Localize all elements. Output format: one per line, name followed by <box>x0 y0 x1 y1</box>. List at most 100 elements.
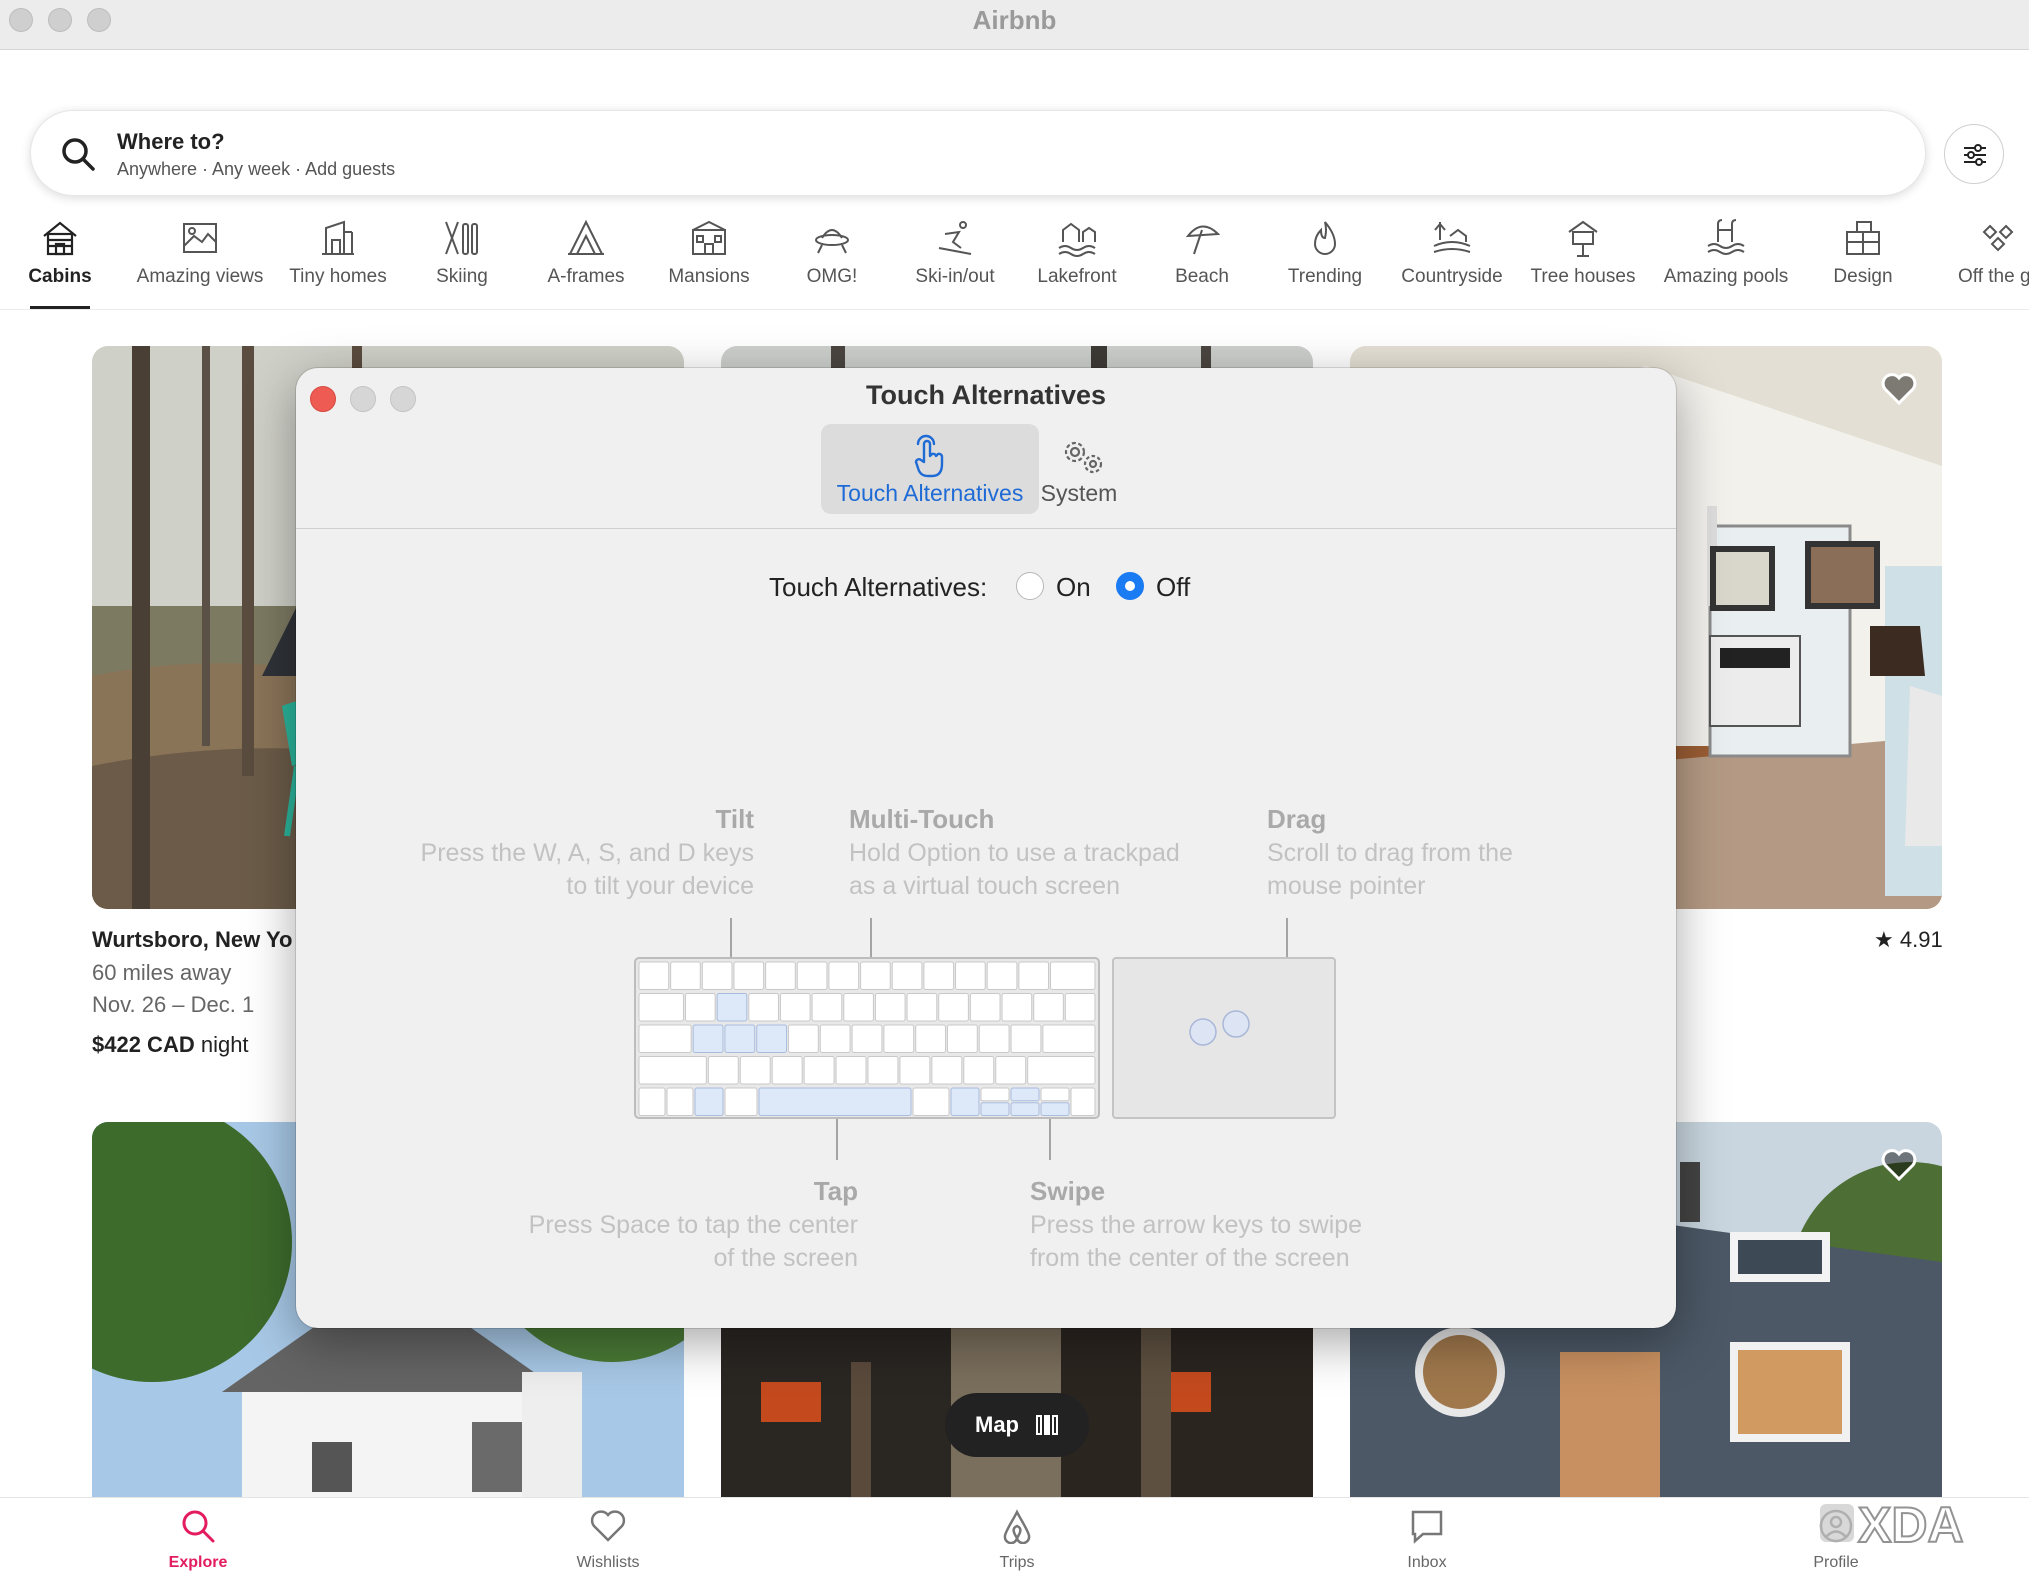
mansion-icon <box>692 220 726 255</box>
heart-icon <box>590 1510 626 1542</box>
map-button[interactable]: Map <box>945 1393 1089 1457</box>
keyboard-key <box>835 1056 867 1085</box>
search-subtitle: Anywhere · Any week · Add guests <box>117 159 396 179</box>
keyboard-key <box>963 1056 995 1085</box>
keyboard-key <box>670 961 701 990</box>
keyboard-key <box>733 961 765 990</box>
category-a-frames[interactable]: A-frames <box>547 214 625 310</box>
listing-rating: 4.91 <box>1899 927 1943 952</box>
highlighted-key <box>724 1024 756 1053</box>
category-tree-houses[interactable]: Tree houses <box>1531 214 1635 310</box>
touch-alternatives-dialog: Touch Alternatives Touch Alternatives Sy… <box>296 368 1676 1328</box>
listing-price: $422 CAD <box>92 1032 195 1057</box>
keyboard-key <box>788 1024 819 1053</box>
nav-trips[interactable]: Trips <box>957 1498 1077 1579</box>
umbrella-icon <box>1185 225 1221 255</box>
category-beach[interactable]: Beach <box>1172 214 1232 310</box>
keyboard-key <box>938 993 969 1022</box>
category-cabins[interactable]: Cabins <box>28 214 92 310</box>
keyboard-key <box>874 993 906 1022</box>
skiing-icon <box>445 221 478 255</box>
keyboard-key <box>843 993 874 1022</box>
search-bar[interactable]: Where to? Anywhere · Any week · Add gues… <box>30 110 1926 196</box>
keyboard-key <box>638 1056 707 1085</box>
category-lakefront[interactable]: Lakefront <box>1037 214 1117 310</box>
treehouse-icon <box>1568 220 1598 257</box>
keyboard-keys <box>638 961 1096 1116</box>
keyboard-trackpad-illustration <box>634 918 1336 1160</box>
highlighted-key <box>756 1024 788 1053</box>
category-ski-in-out[interactable]: Ski-in/out <box>915 214 995 310</box>
keyboard-key <box>1027 1056 1096 1085</box>
category-design[interactable]: Design <box>1833 214 1893 310</box>
keyboard-key <box>828 961 860 990</box>
keyboard-key <box>969 993 1001 1022</box>
keyboard-key <box>796 961 828 990</box>
keyboard-key <box>1050 961 1096 990</box>
category-tiny-homes[interactable]: Tiny homes <box>289 214 387 310</box>
highlighted-key <box>1010 1102 1040 1116</box>
filters-button[interactable] <box>1944 124 2004 184</box>
highlighted-key <box>694 1087 724 1116</box>
wishlist-heart-icon[interactable] <box>1880 1146 1918 1182</box>
airbnb-logo-icon <box>1003 1509 1031 1544</box>
listing-price-unit: night <box>194 1032 249 1057</box>
filter-sliders-icon <box>1964 144 1986 166</box>
views-icon <box>183 223 217 253</box>
skier-icon <box>938 221 972 255</box>
category-off-the-grid[interactable]: Off the grid <box>1958 214 2029 310</box>
keyboard-key <box>1001 993 1033 1022</box>
flame-icon <box>1313 221 1337 255</box>
countryside-icon <box>1433 222 1471 253</box>
keyboard-key <box>1070 1087 1096 1116</box>
touch-point <box>1189 1018 1217 1046</box>
watermark-text: XDA <box>1858 1497 1964 1550</box>
category-skiing[interactable]: Skiing <box>432 214 492 310</box>
highlighted-key <box>692 1024 724 1053</box>
keyboard-key <box>912 1087 950 1116</box>
keyboard-key <box>986 961 1018 990</box>
keyboard-key <box>978 1024 1010 1053</box>
category-omg[interactable]: OMG! <box>802 214 862 310</box>
listing-price-line: $422 CAD night <box>92 1032 249 1058</box>
keyboard-key <box>638 993 684 1022</box>
xda-watermark-logo: XDA <box>1820 1496 1965 1550</box>
keyboard-key <box>684 993 716 1022</box>
category-mansions[interactable]: Mansions <box>668 214 750 310</box>
map-button-label: Map <box>975 1412 1019 1437</box>
category-countryside[interactable]: Countryside <box>1401 214 1503 310</box>
keyboard-key <box>1010 1024 1042 1053</box>
keyboard-key <box>980 1087 1010 1102</box>
nav-wishlists[interactable]: Wishlists <box>548 1498 668 1579</box>
keyboard-key <box>707 1056 739 1085</box>
lakefront-icon <box>1058 222 1096 257</box>
highlighted-key <box>758 1087 912 1116</box>
highlighted-key <box>950 1087 980 1116</box>
keyboard-key <box>851 1024 883 1053</box>
highlighted-key <box>716 993 748 1022</box>
pool-icon <box>1707 219 1745 255</box>
keyboard-key <box>1040 1087 1070 1102</box>
keyboard-key <box>1042 1024 1096 1053</box>
keyboard-key <box>946 1024 978 1053</box>
keyboard-key <box>771 1056 803 1085</box>
keyboard-key <box>860 961 891 990</box>
category-trending[interactable]: Trending <box>1288 214 1362 310</box>
keyboard-key <box>923 961 955 990</box>
listing-rating-line: ★ 4.91 <box>1874 927 1943 953</box>
trackpad-outline <box>1112 957 1336 1119</box>
tiny-home-icon <box>322 220 354 255</box>
keyboard-key <box>995 1056 1027 1085</box>
keyboard-key <box>779 993 811 1022</box>
keyboard-key <box>915 1024 946 1053</box>
category-amazing-views[interactable]: Amazing views <box>137 214 263 310</box>
keyboard-key <box>748 993 779 1022</box>
category-amazing-pools[interactable]: Amazing pools <box>1664 214 1788 310</box>
nav-inbox[interactable]: Inbox <box>1367 1498 1487 1579</box>
wishlist-heart-icon[interactable] <box>1880 370 1918 406</box>
keyboard-key <box>638 1024 692 1053</box>
bottom-navigation: Explore Wishlists Trips Inbox Profile <box>0 1497 2029 1579</box>
nav-explore[interactable]: Explore <box>138 1498 258 1579</box>
keyboard-key <box>765 961 796 990</box>
keyboard-key <box>638 961 670 990</box>
